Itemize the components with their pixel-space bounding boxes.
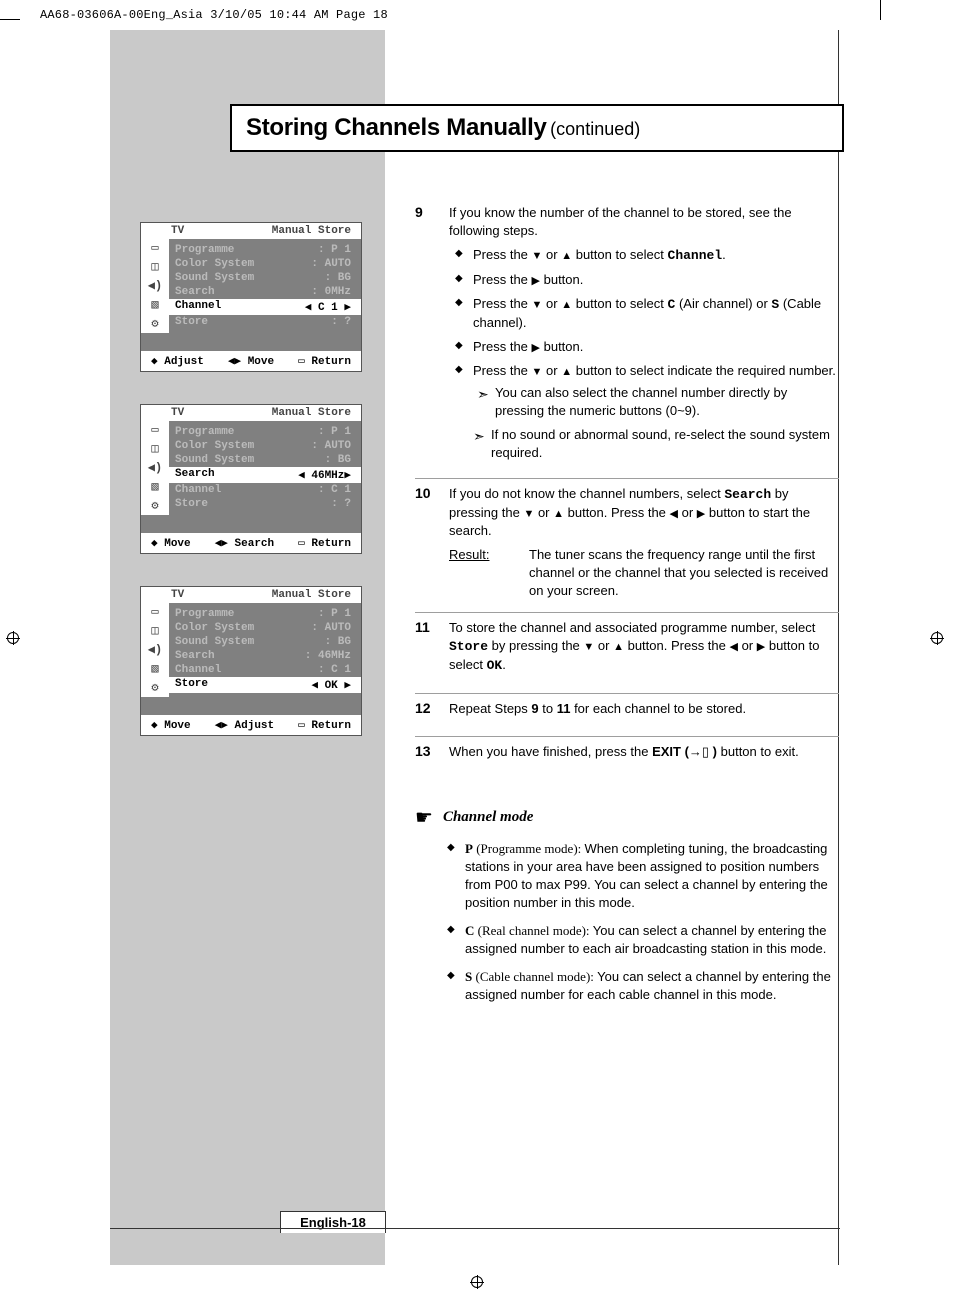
right-arrow-icon: ▶ bbox=[532, 342, 540, 354]
osd-tv-label: TV bbox=[171, 225, 184, 237]
down-arrow-icon: ▼ bbox=[523, 508, 534, 520]
step-10: 10 If you do not know the channel number… bbox=[415, 479, 839, 613]
page-title-box: Storing Channels Manually (continued) bbox=[230, 104, 844, 152]
note-icon bbox=[477, 384, 495, 420]
up-arrow-icon: ▲ bbox=[553, 508, 564, 520]
channel-mode-title: Channel mode bbox=[443, 809, 533, 826]
up-arrow-icon: ▲ bbox=[561, 366, 572, 378]
page-number-label: English-18 bbox=[280, 1211, 386, 1233]
up-arrow-icon: ▲ bbox=[613, 641, 624, 653]
page-title-continued: (continued) bbox=[550, 119, 640, 139]
right-arrow-icon: ▶ bbox=[532, 275, 540, 287]
osd-selected-row: Search◀ 46MHz▶ bbox=[169, 467, 361, 483]
channel-mode-section: ☛ Channel mode P (Programme mode): When … bbox=[415, 805, 839, 1014]
footer-rule bbox=[110, 1228, 840, 1229]
channel-icon: ▧ bbox=[148, 480, 163, 495]
osd-selected-row: Channel◀ C 1 ▶ bbox=[169, 299, 361, 315]
sound-icon: ◫ bbox=[148, 442, 163, 457]
sound-icon: ◫ bbox=[148, 624, 163, 639]
down-arrow-icon: ▼ bbox=[532, 299, 543, 311]
registration-mark bbox=[6, 631, 20, 645]
right-arrow-icon: ▶ bbox=[697, 508, 705, 520]
setup-icon: ⚙ bbox=[148, 499, 163, 514]
channel-icon: ▧ bbox=[148, 662, 163, 677]
step-11: 11 To store the channel and associated p… bbox=[415, 613, 839, 694]
volume-icon: ◀) bbox=[148, 643, 163, 658]
exit-icon: →▯ bbox=[689, 743, 709, 761]
registration-mark bbox=[930, 631, 944, 645]
page-title: Storing Channels Manually bbox=[246, 114, 547, 141]
up-arrow-icon: ▲ bbox=[561, 250, 572, 262]
channel-mode-c: C (Real channel mode): You can select a … bbox=[447, 922, 839, 958]
result-label: Result: bbox=[449, 546, 529, 600]
left-arrow-icon: ◀ bbox=[730, 641, 738, 653]
setup-icon: ⚙ bbox=[148, 681, 163, 696]
step-13: 13 When you have finished, press the EXI… bbox=[415, 737, 839, 780]
channel-mode-p: P (Programme mode): When completing tuni… bbox=[447, 840, 839, 912]
down-arrow-icon: ▼ bbox=[532, 250, 543, 262]
picture-icon: ▭ bbox=[148, 605, 163, 620]
osd-panel-1: TVManual Store ▭ ◫ ◀) ▧ ⚙ Programme: P 1… bbox=[140, 222, 362, 372]
left-arrow-icon: ◀ bbox=[670, 508, 678, 520]
osd-panel-2: TVManual Store ▭ ◫ ◀) ▧ ⚙ Programme: P 1… bbox=[140, 404, 362, 554]
steps-column: 9 If you know the number of the channel … bbox=[415, 198, 839, 779]
volume-icon: ◀) bbox=[148, 461, 163, 476]
channel-icon: ▧ bbox=[148, 298, 163, 313]
sound-icon: ◫ bbox=[148, 260, 163, 275]
step-9: 9 If you know the number of the channel … bbox=[415, 198, 839, 479]
down-arrow-icon: ▼ bbox=[532, 366, 543, 378]
crop-mark bbox=[880, 0, 881, 20]
up-arrow-icon: ▲ bbox=[561, 299, 572, 311]
result-text: The tuner scans the frequency range unti… bbox=[529, 546, 839, 600]
setup-icon: ⚙ bbox=[148, 317, 163, 332]
right-arrow-icon: ▶ bbox=[757, 641, 765, 653]
pointing-hand-icon: ☛ bbox=[415, 805, 433, 830]
note-icon bbox=[473, 426, 491, 462]
osd-manual-store-label: Manual Store bbox=[272, 225, 351, 237]
print-slug: AA68-03606A-00Eng_Asia 3/10/05 10:44 AM … bbox=[40, 8, 388, 22]
crop-mark bbox=[0, 19, 20, 20]
volume-icon: ◀) bbox=[148, 279, 163, 294]
osd-selected-row: Store◀ OK ▶ bbox=[169, 677, 361, 693]
osd-panel-3: TVManual Store ▭ ◫ ◀) ▧ ⚙ Programme: P 1… bbox=[140, 586, 362, 736]
registration-mark bbox=[470, 1275, 484, 1289]
step-12: 12 Repeat Steps 9 to 11 for each channel… bbox=[415, 694, 839, 737]
channel-mode-s: S (Cable channel mode): You can select a… bbox=[447, 968, 839, 1004]
picture-icon: ▭ bbox=[148, 423, 163, 438]
picture-icon: ▭ bbox=[148, 241, 163, 256]
down-arrow-icon: ▼ bbox=[583, 641, 594, 653]
